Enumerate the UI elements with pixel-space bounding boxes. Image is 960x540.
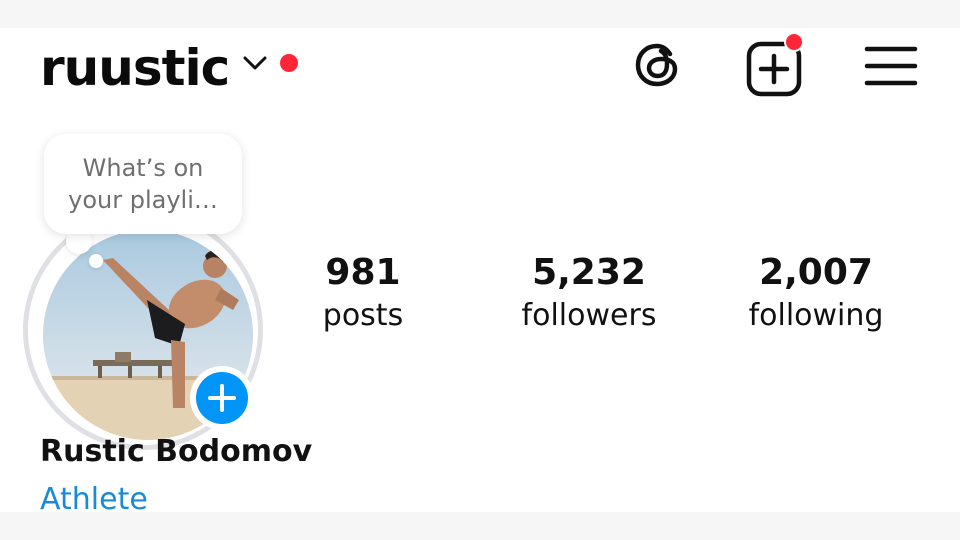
threads-icon[interactable] [630, 38, 684, 92]
followers-stat[interactable]: 5,232 followers [489, 250, 689, 336]
followers-label: followers [521, 298, 657, 333]
posts-stat[interactable]: 981 posts [263, 250, 463, 336]
note-text: What’s on your playli… [68, 154, 218, 214]
chevron-down-icon[interactable] [242, 54, 268, 72]
menu-icon[interactable] [864, 44, 918, 88]
create-notification-dot [784, 32, 804, 52]
note-bubble[interactable]: What’s on your playli… [44, 134, 242, 234]
posts-count: 981 [325, 252, 401, 293]
followers-count: 5,232 [532, 252, 646, 293]
following-stat[interactable]: 2,007 following [716, 250, 916, 336]
plus-icon [208, 384, 236, 412]
profile-screen: ruustic What’s on your playli… 981 posts… [0, 28, 960, 517]
following-count: 2,007 [759, 252, 873, 293]
posts-label: posts [322, 298, 404, 333]
following-label: following [748, 298, 884, 333]
account-notification-dot [280, 54, 298, 72]
full-name: Rustic Bodomov [40, 434, 313, 469]
note-bubble-tail-small [89, 254, 103, 268]
add-story-button[interactable] [190, 366, 254, 430]
profile-category: Athlete [40, 482, 148, 517]
username-title[interactable]: ruustic [40, 36, 230, 100]
